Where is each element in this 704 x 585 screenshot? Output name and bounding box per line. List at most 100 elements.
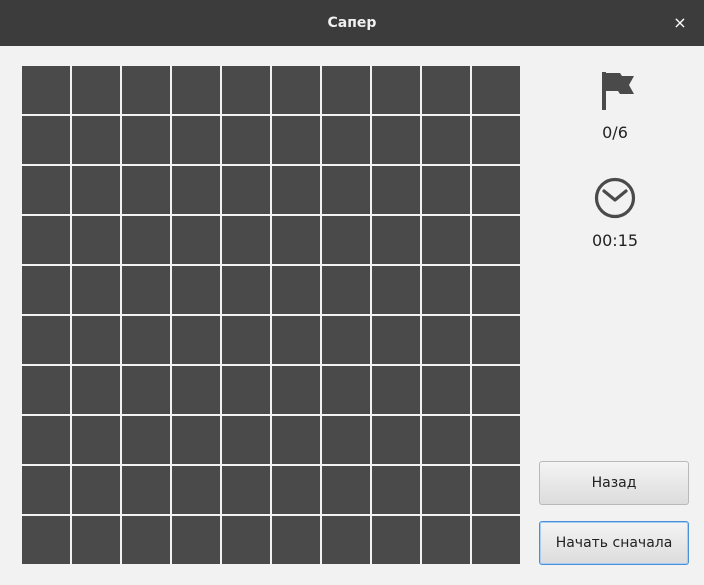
board-cell[interactable] xyxy=(372,316,420,364)
board-cell[interactable] xyxy=(172,466,220,514)
board-cell[interactable] xyxy=(222,516,270,564)
board-cell[interactable] xyxy=(222,116,270,164)
board-cell[interactable] xyxy=(272,266,320,314)
board-cell[interactable] xyxy=(272,116,320,164)
board-cell[interactable] xyxy=(22,466,70,514)
board-cell[interactable] xyxy=(372,216,420,264)
board-cell[interactable] xyxy=(472,366,520,414)
board-cell[interactable] xyxy=(322,466,370,514)
board-cell[interactable] xyxy=(122,266,170,314)
board-cell[interactable] xyxy=(422,166,470,214)
board-cell[interactable] xyxy=(122,416,170,464)
board-cell[interactable] xyxy=(72,466,120,514)
board-cell[interactable] xyxy=(172,216,220,264)
board-cell[interactable] xyxy=(322,516,370,564)
board-cell[interactable] xyxy=(122,116,170,164)
board-cell[interactable] xyxy=(22,66,70,114)
board-cell[interactable] xyxy=(422,116,470,164)
board-cell[interactable] xyxy=(422,366,470,414)
board-cell[interactable] xyxy=(472,416,520,464)
board-cell[interactable] xyxy=(122,366,170,414)
board-cell[interactable] xyxy=(222,216,270,264)
board-cell[interactable] xyxy=(272,166,320,214)
board-cell[interactable] xyxy=(72,416,120,464)
restart-button[interactable]: Начать сначала xyxy=(539,521,689,565)
board-cell[interactable] xyxy=(72,216,120,264)
board-cell[interactable] xyxy=(222,66,270,114)
board-cell[interactable] xyxy=(22,516,70,564)
board-cell[interactable] xyxy=(72,516,120,564)
board-cell[interactable] xyxy=(322,266,370,314)
board-cell[interactable] xyxy=(222,266,270,314)
board-cell[interactable] xyxy=(22,316,70,364)
board-cell[interactable] xyxy=(22,116,70,164)
board-cell[interactable] xyxy=(472,166,520,214)
board-cell[interactable] xyxy=(122,216,170,264)
board-cell[interactable] xyxy=(122,66,170,114)
board-cell[interactable] xyxy=(422,266,470,314)
board-cell[interactable] xyxy=(272,216,320,264)
board-cell[interactable] xyxy=(322,216,370,264)
board-cell[interactable] xyxy=(172,116,220,164)
board-cell[interactable] xyxy=(272,516,320,564)
board-cell[interactable] xyxy=(72,116,120,164)
board-cell[interactable] xyxy=(222,366,270,414)
board-cell[interactable] xyxy=(172,366,220,414)
board-cell[interactable] xyxy=(272,66,320,114)
board-cell[interactable] xyxy=(72,66,120,114)
board-cell[interactable] xyxy=(322,66,370,114)
board-cell[interactable] xyxy=(372,116,420,164)
board-cell[interactable] xyxy=(372,66,420,114)
board-cell[interactable] xyxy=(22,216,70,264)
board-cell[interactable] xyxy=(272,466,320,514)
board-cell[interactable] xyxy=(222,416,270,464)
board-cell[interactable] xyxy=(472,266,520,314)
board-cell[interactable] xyxy=(372,466,420,514)
board-cell[interactable] xyxy=(172,316,220,364)
board-cell[interactable] xyxy=(422,66,470,114)
board-cell[interactable] xyxy=(322,116,370,164)
board-cell[interactable] xyxy=(472,466,520,514)
board-cell[interactable] xyxy=(322,416,370,464)
board-cell[interactable] xyxy=(472,116,520,164)
board-cell[interactable] xyxy=(272,416,320,464)
board-cell[interactable] xyxy=(272,366,320,414)
board-cell[interactable] xyxy=(122,466,170,514)
board-cell[interactable] xyxy=(472,316,520,364)
board-cell[interactable] xyxy=(72,166,120,214)
board-cell[interactable] xyxy=(422,416,470,464)
board-cell[interactable] xyxy=(472,216,520,264)
board-cell[interactable] xyxy=(372,516,420,564)
board-cell[interactable] xyxy=(322,366,370,414)
back-button[interactable]: Назад xyxy=(539,461,689,505)
board-cell[interactable] xyxy=(222,166,270,214)
board-cell[interactable] xyxy=(372,416,420,464)
board-cell[interactable] xyxy=(422,516,470,564)
board-cell[interactable] xyxy=(72,316,120,364)
board-cell[interactable] xyxy=(22,166,70,214)
board-cell[interactable] xyxy=(172,266,220,314)
board-cell[interactable] xyxy=(172,66,220,114)
board-cell[interactable] xyxy=(72,266,120,314)
board-cell[interactable] xyxy=(122,166,170,214)
board-cell[interactable] xyxy=(372,266,420,314)
board-cell[interactable] xyxy=(422,466,470,514)
board-cell[interactable] xyxy=(222,316,270,364)
board-cell[interactable] xyxy=(22,366,70,414)
board-cell[interactable] xyxy=(172,416,220,464)
board-cell[interactable] xyxy=(122,516,170,564)
board-cell[interactable] xyxy=(422,216,470,264)
board-cell[interactable] xyxy=(472,66,520,114)
board-cell[interactable] xyxy=(72,366,120,414)
board-cell[interactable] xyxy=(372,166,420,214)
board-cell[interactable] xyxy=(322,316,370,364)
board-cell[interactable] xyxy=(272,316,320,364)
board-cell[interactable] xyxy=(322,166,370,214)
board-cell[interactable] xyxy=(222,466,270,514)
board-cell[interactable] xyxy=(22,266,70,314)
board-cell[interactable] xyxy=(172,516,220,564)
board-cell[interactable] xyxy=(472,516,520,564)
board-cell[interactable] xyxy=(372,366,420,414)
board-cell[interactable] xyxy=(22,416,70,464)
board-cell[interactable] xyxy=(122,316,170,364)
